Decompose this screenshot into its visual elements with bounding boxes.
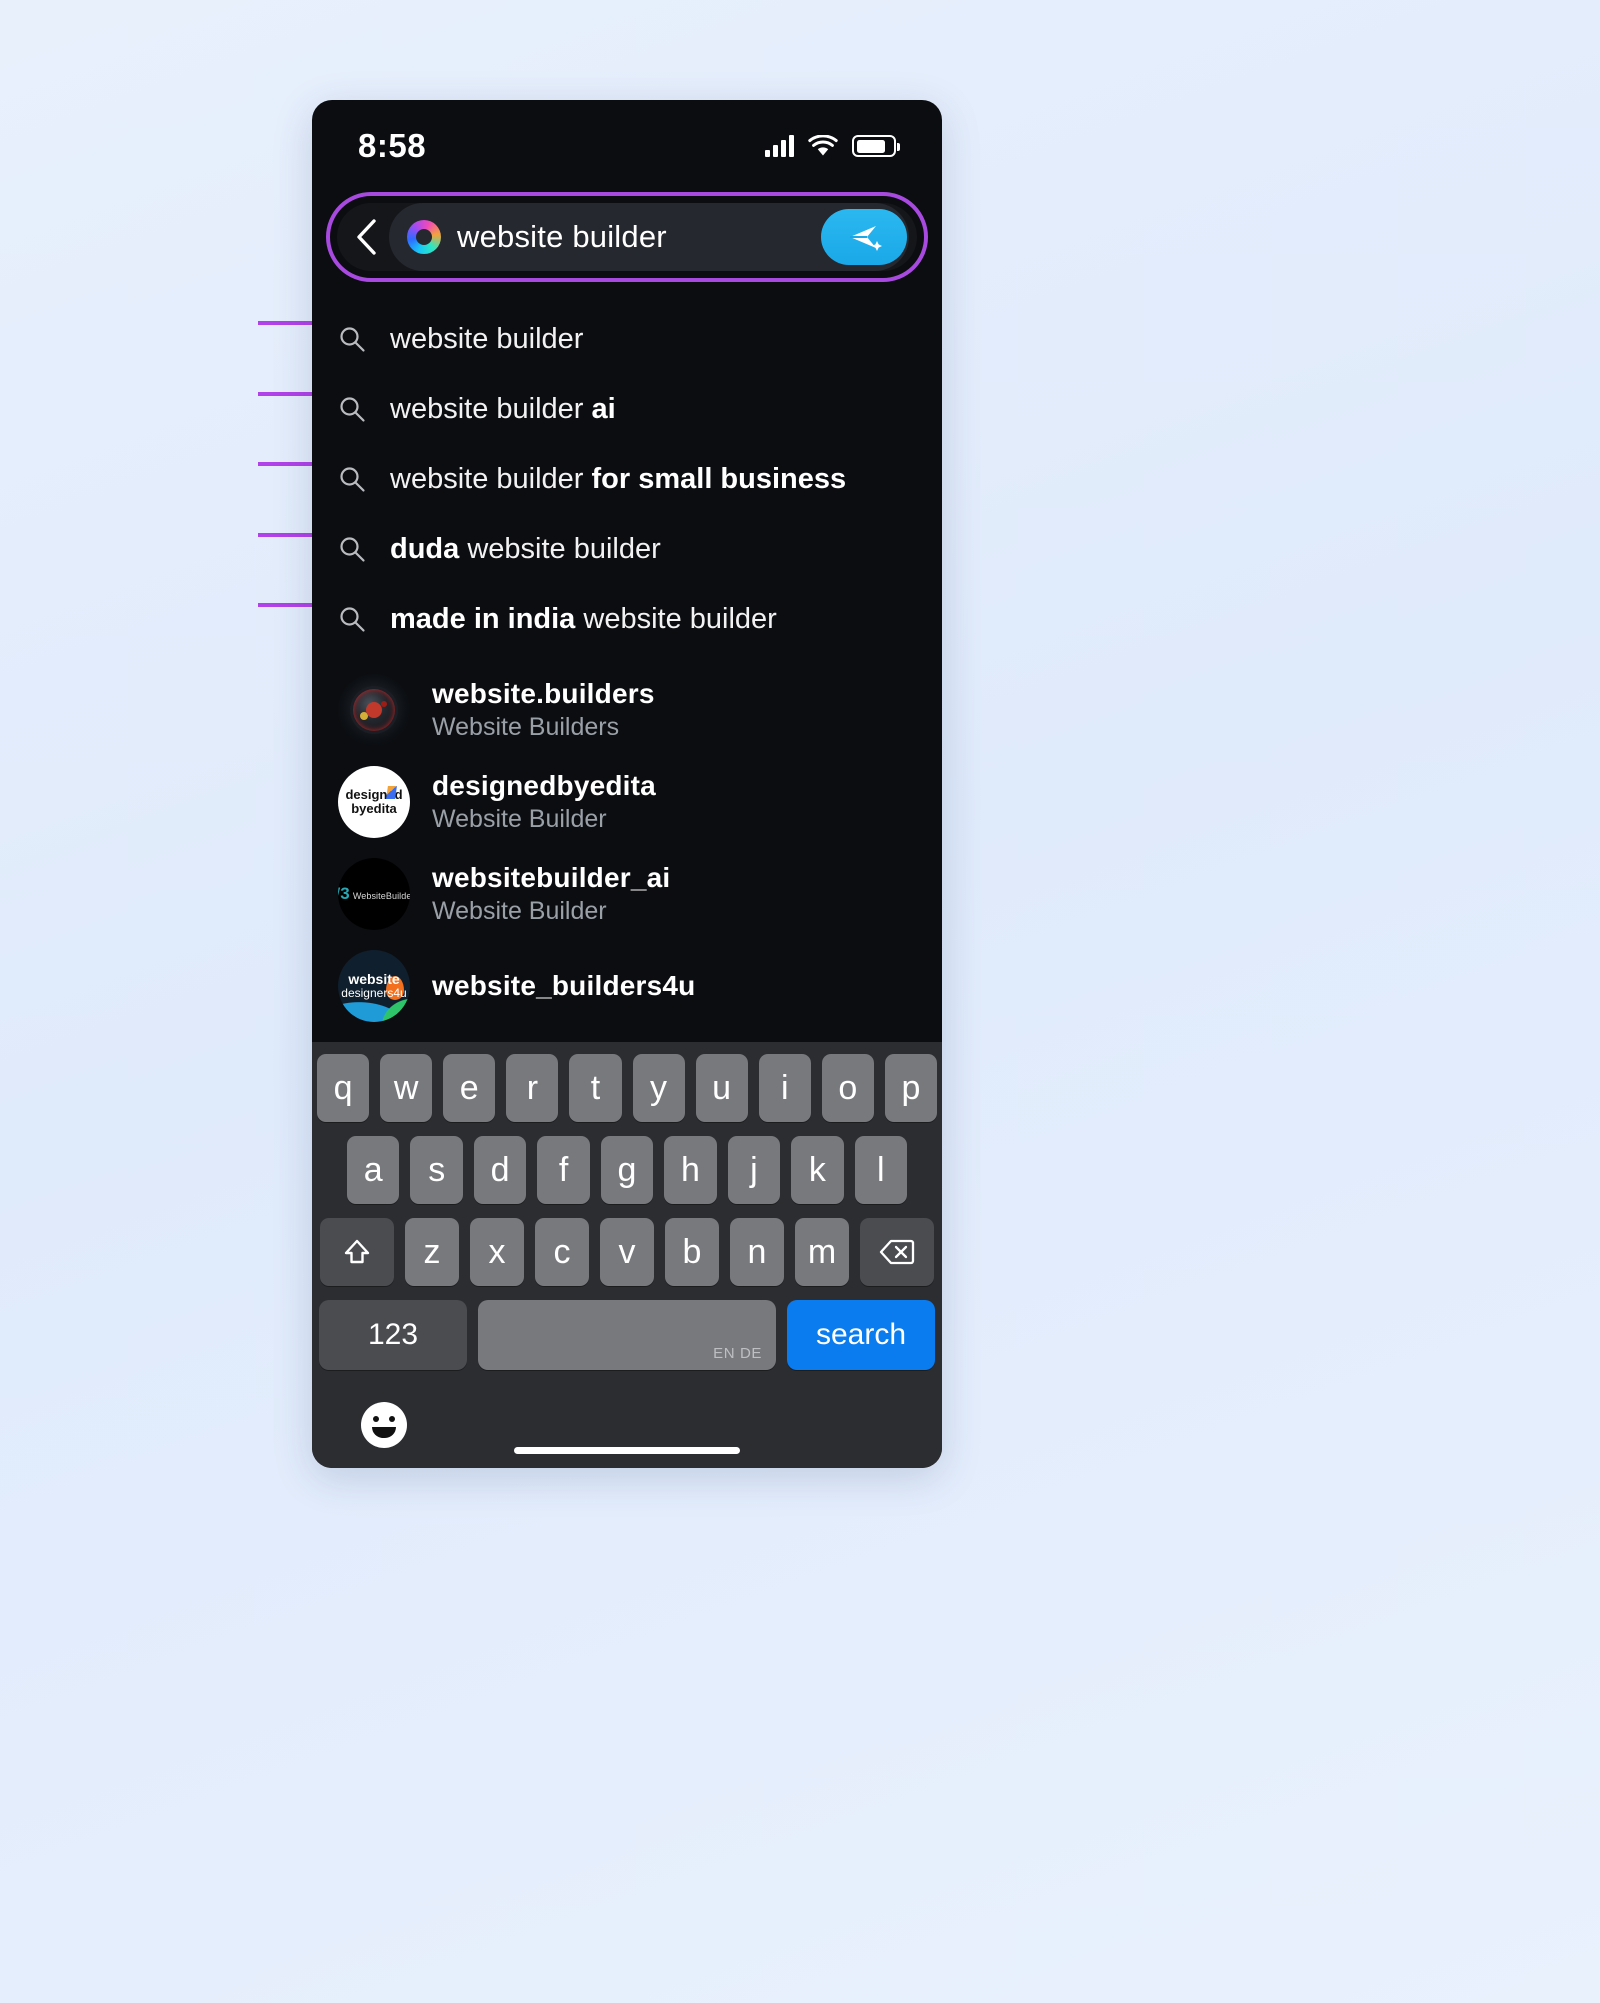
key-f[interactable]: f <box>537 1136 590 1204</box>
cellular-bars-icon <box>765 135 794 157</box>
key-q[interactable]: q <box>317 1054 370 1122</box>
avatar-logo-mark <box>386 786 397 799</box>
account-row[interactable]: website designers4u website_builders4u <box>312 940 942 1032</box>
keyboard-emoji-row <box>317 1382 937 1468</box>
suggestion-label: website builder <box>390 322 584 355</box>
key-c[interactable]: c <box>535 1218 589 1286</box>
account-row[interactable]: W3WebsiteBuilder.ai websitebuilder_ai We… <box>312 848 942 940</box>
back-chevron-icon[interactable] <box>341 203 393 271</box>
numbers-key[interactable]: 123 <box>319 1300 467 1370</box>
account-subtitle: Website Builders <box>432 713 620 741</box>
account-result-list: website.builders Website Builders design… <box>312 654 942 1032</box>
account-subtitle: Website Builder <box>432 805 607 833</box>
search-bar-highlight: website builder <box>326 192 928 282</box>
key-k[interactable]: k <box>791 1136 844 1204</box>
shift-arrow-icon[interactable] <box>320 1218 394 1286</box>
key-p[interactable]: p <box>884 1054 937 1122</box>
suggestion-row[interactable]: duda website builder <box>312 514 942 584</box>
key-l[interactable]: l <box>854 1136 907 1204</box>
account-row[interactable]: designed byedita designedbyedita Website … <box>312 756 942 848</box>
space-key[interactable]: EN DE <box>478 1300 776 1370</box>
avatar <box>338 674 410 746</box>
key-i[interactable]: i <box>758 1054 811 1122</box>
search-icon <box>338 395 366 423</box>
home-indicator <box>514 1447 740 1454</box>
wifi-icon <box>808 134 838 157</box>
key-u[interactable]: u <box>695 1054 748 1122</box>
phone-screen: 8:58 website builder website builder web… <box>312 100 942 1468</box>
key-h[interactable]: h <box>664 1136 717 1204</box>
search-icon <box>338 325 366 353</box>
on-screen-keyboard: q w e r t y u i o p a s d f g h j k l z … <box>312 1042 942 1468</box>
avatar: designed byedita <box>338 766 410 838</box>
suggestion-row[interactable]: website builder <box>312 304 942 374</box>
send-button[interactable] <box>821 209 907 265</box>
account-subtitle: Website Builder <box>432 897 607 925</box>
suggestion-label: website builder ai <box>390 392 616 425</box>
key-x[interactable]: x <box>470 1218 524 1286</box>
avatar: W3WebsiteBuilder.ai <box>338 858 410 930</box>
keyboard-row-3: z x c v b n m <box>317 1218 937 1286</box>
status-clock: 8:58 <box>358 127 427 164</box>
account-meta: designedbyedita Website Builder <box>432 770 656 834</box>
key-o[interactable]: o <box>821 1054 874 1122</box>
account-row[interactable]: website.builders Website Builders <box>312 664 942 756</box>
key-g[interactable]: g <box>600 1136 654 1204</box>
key-n[interactable]: n <box>730 1218 784 1286</box>
account-username: websitebuilder_ai <box>432 862 671 893</box>
key-w[interactable]: w <box>380 1054 433 1122</box>
emoji-smiley-icon[interactable] <box>361 1402 407 1448</box>
search-query-text: website builder <box>457 219 667 254</box>
battery-icon <box>852 135 900 157</box>
key-z[interactable]: z <box>405 1218 459 1286</box>
avatar-logo-text: website designers4u <box>341 971 407 1001</box>
space-language-hint: EN DE <box>713 1345 762 1362</box>
account-username: designedbyedita <box>432 770 656 801</box>
key-m[interactable]: m <box>795 1218 849 1286</box>
brand-ring-icon <box>407 220 441 254</box>
account-username: website_builders4u <box>432 970 696 1001</box>
key-y[interactable]: y <box>632 1054 685 1122</box>
search-bar[interactable]: website builder <box>337 203 917 271</box>
key-r[interactable]: r <box>506 1054 559 1122</box>
key-d[interactable]: d <box>473 1136 527 1204</box>
avatar-logo-text: W3WebsiteBuilder.ai <box>338 884 410 903</box>
keyboard-row-1: q w e r t y u i o p <box>317 1054 937 1122</box>
suggestion-list: website builder website builder ai websi… <box>312 282 942 654</box>
suggestion-label: website builder for small business <box>390 462 847 495</box>
status-bar: 8:58 <box>312 100 942 192</box>
backspace-icon[interactable] <box>860 1218 934 1286</box>
account-username: website.builders <box>432 678 655 709</box>
key-e[interactable]: e <box>443 1054 496 1122</box>
suggestion-label: duda website builder <box>390 532 661 565</box>
keyboard-row-4: 123 EN DE search <box>317 1300 937 1370</box>
search-icon <box>338 535 366 563</box>
suggestion-row[interactable]: website builder ai <box>312 374 942 444</box>
avatar: website designers4u <box>338 950 410 1022</box>
key-t[interactable]: t <box>569 1054 622 1122</box>
search-icon <box>338 605 366 633</box>
suggestion-row[interactable]: website builder for small business <box>312 444 942 514</box>
key-s[interactable]: s <box>410 1136 463 1204</box>
suggestion-row[interactable]: made in india website builder <box>312 584 942 654</box>
key-j[interactable]: j <box>727 1136 781 1204</box>
account-meta: website.builders Website Builders <box>432 678 655 742</box>
search-icon <box>338 465 366 493</box>
key-a[interactable]: a <box>347 1136 400 1204</box>
key-b[interactable]: b <box>665 1218 719 1286</box>
keyboard-row-2: a s d f g h j k l <box>317 1136 937 1204</box>
status-icons <box>765 134 900 157</box>
suggestion-label: made in india website builder <box>390 602 777 635</box>
key-v[interactable]: v <box>600 1218 654 1286</box>
account-meta: website_builders4u <box>432 970 695 1002</box>
account-meta: websitebuilder_ai Website Builder <box>432 862 670 926</box>
search-key[interactable]: search <box>787 1300 935 1370</box>
